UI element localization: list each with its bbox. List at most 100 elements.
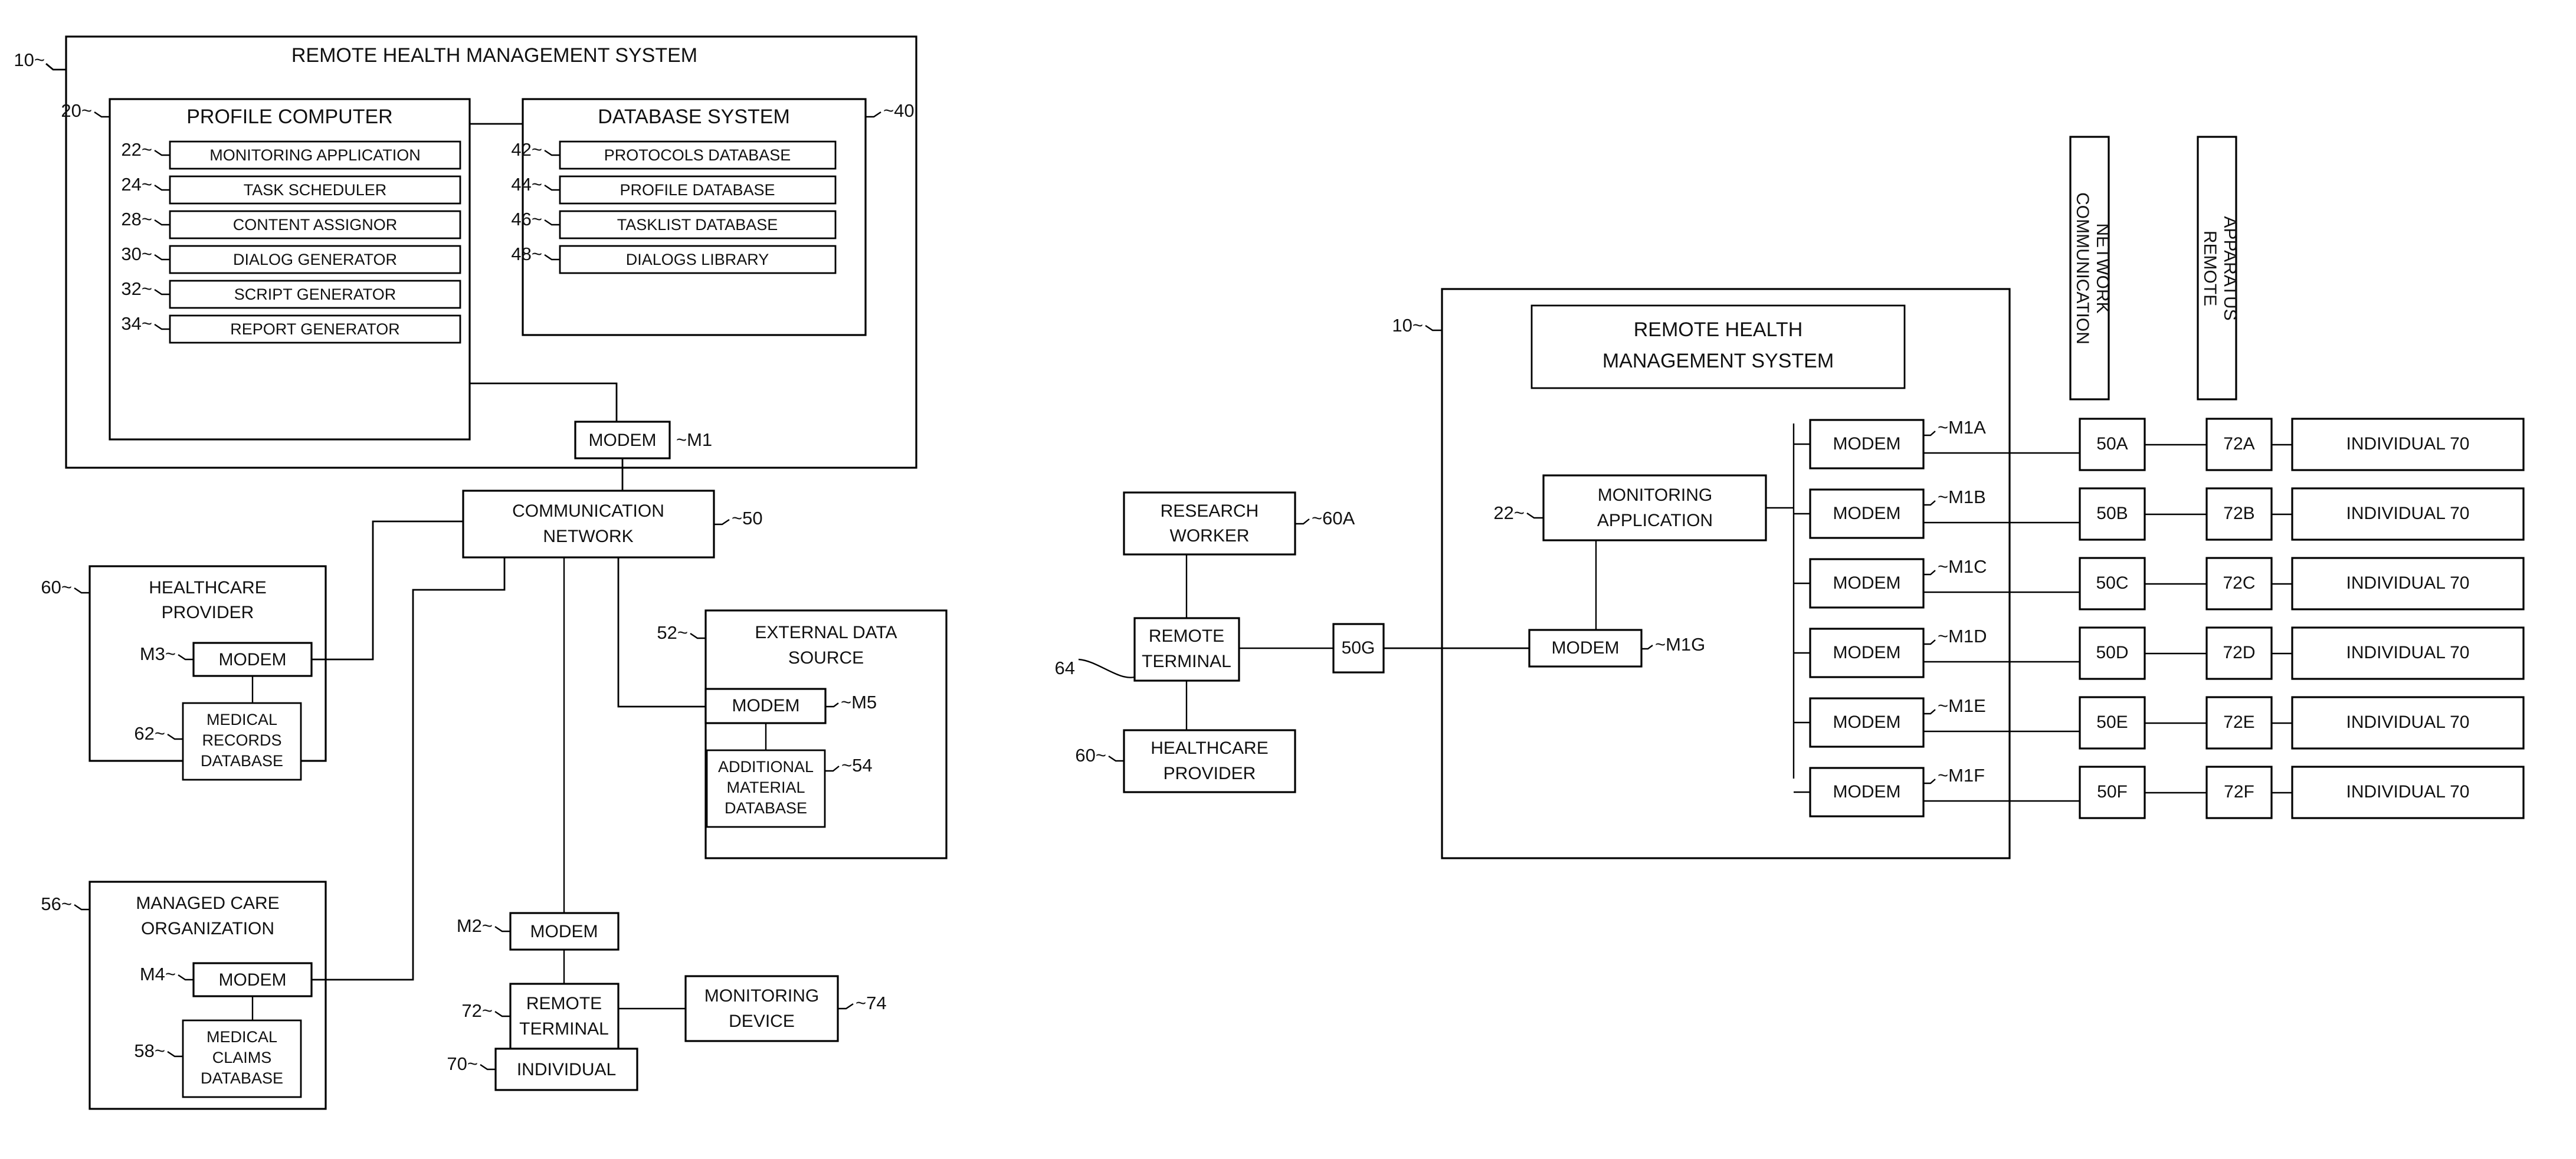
fig1-individual-ref: 70~ — [447, 1053, 478, 1074]
fig1-healthcare-provider-line1: HEALTHCARE — [149, 578, 266, 597]
fig1-pc-item-ref-22: 22~ — [121, 139, 152, 160]
fig1-modem-m2-ref: M2~ — [457, 915, 493, 936]
fig1-individual-label: INDIVIDUAL — [517, 1060, 616, 1079]
fig1-pc-item-label-28: CONTENT ASSIGNOR — [233, 216, 398, 234]
fig1-db-item-label-48: DIALOGS LIBRARY — [626, 251, 769, 268]
fig1-mco-modem-label: MODEM — [219, 970, 287, 990]
fig2-remote-terminal-ref-leader — [1078, 658, 1135, 678]
fig2-healthcare-provider-ref-leader — [1108, 756, 1124, 762]
fig1-healthcare-provider-ref: 60~ — [41, 577, 72, 597]
fig1-modem-m2-ref-leader — [494, 926, 510, 933]
fig1-external-data-source-line2: SOURCE — [788, 648, 864, 668]
fig2-network-label-e: 50E — [2096, 713, 2128, 732]
fig1-monitoring-device-ref-leader — [838, 1003, 854, 1010]
fig1-eds-database-ref: ~54 — [841, 755, 873, 776]
fig1-external-data-source-line1: EXTERNAL DATA — [755, 623, 897, 642]
fig2-terminal-label-d: 72D — [2223, 643, 2255, 662]
fig2-individual-label-f: INDIVIDUAL 70 — [2346, 782, 2470, 802]
fig1-monitoring-device-ref: ~74 — [856, 993, 887, 1013]
fig2-modem-label-f: MODEM — [1833, 782, 1901, 802]
fig1-communication-network-ref: ~50 — [732, 508, 763, 528]
fig2-monitoring-application-ref: 22~ — [1493, 503, 1525, 523]
fig1-hp-database-line2: RECORDS — [202, 731, 281, 749]
fig1-pc-item-ref-28: 28~ — [121, 209, 152, 229]
fig1-db-item-ref-44: 44~ — [511, 174, 542, 195]
fig1-eds-database-line3: DATABASE — [725, 799, 807, 817]
fig1-communication-network-line2: NETWORK — [543, 527, 633, 546]
fig2-individual-label-a: INDIVIDUAL 70 — [2346, 434, 2470, 454]
fig2-terminal-label-b: 72B — [2223, 504, 2254, 523]
fig2-terminal-label-c: 72C — [2223, 573, 2255, 593]
fig2-modem-ref-b: ~M1B — [1938, 487, 1986, 507]
fig1-managed-care-ref: 56~ — [41, 894, 72, 914]
fig1-pc-item-ref-30: 30~ — [121, 244, 152, 264]
fig1-hp-database-ref: 62~ — [134, 723, 165, 744]
fig1-mco-modem-ref: M4~ — [140, 964, 176, 984]
fig1-hp-database-line1: MEDICAL — [207, 711, 277, 728]
fig1-modem-m2-label: MODEM — [530, 922, 598, 941]
fig2-research-worker-ref: ~60A — [1312, 508, 1355, 528]
fig2-healthcare-provider-line2: PROVIDER — [1164, 764, 1256, 783]
fig2-modem-ref-e: ~M1E — [1938, 695, 1986, 716]
fig1-profile-computer-title: PROFILE COMPUTER — [186, 106, 392, 128]
fig1-db-item-ref-48: 48~ — [511, 244, 542, 264]
fig1-db-item-label-46: TASKLIST DATABASE — [617, 216, 778, 234]
fig2-system-title-line2: MANAGEMENT SYSTEM — [1602, 350, 1834, 372]
fig1-eds-database-line1: ADDITIONAL — [718, 758, 814, 776]
fig1-external-data-source-ref-leader — [690, 633, 706, 639]
fig1-pc-item-ref-24: 24~ — [121, 174, 152, 195]
fig1-eds-modem-label: MODEM — [732, 696, 800, 715]
fig2-modem-label-b: MODEM — [1833, 504, 1901, 523]
fig2-remote-terminal-line2: TERMINAL — [1142, 652, 1231, 671]
fig1-healthcare-provider-ref-leader — [74, 587, 90, 594]
fig1-db-item-ref-46: 46~ — [511, 209, 542, 229]
fig1-modem-m1-label: MODEM — [589, 431, 657, 450]
patent-drawing-sheet: 10~ REMOTE HEALTH MANAGEMENT SYSTEM 20~ … — [0, 0, 2576, 1159]
fig1-mco-database-line1: MEDICAL — [207, 1028, 277, 1046]
fig2-system-title-line1: REMOTE HEALTH — [1634, 319, 1803, 341]
fig2-network-label-d: 50D — [2096, 643, 2128, 662]
fig1-eds-database-line2: MATERIAL — [726, 779, 805, 796]
fig1-healthcare-provider-line2: PROVIDER — [162, 603, 254, 622]
fig2-modem-label-d: MODEM — [1833, 643, 1901, 662]
fig1-pc-item-ref-34: 34~ — [121, 313, 152, 334]
block-diagram-svg: 10~ REMOTE HEALTH MANAGEMENT SYSTEM 20~ … — [14, 35, 2525, 1110]
fig2-system-ref: 10~ — [1392, 315, 1423, 336]
fig2-research-worker-line1: RESEARCH — [1161, 501, 1259, 521]
fig2-network-label-f: 50F — [2097, 782, 2128, 802]
fig1-db-item-ref-42: 42~ — [511, 139, 542, 160]
fig2-monitoring-application-line2: APPLICATION — [1597, 511, 1713, 530]
fig2-individual-label-b: INDIVIDUAL 70 — [2346, 504, 2470, 523]
fig2-individual-label-e: INDIVIDUAL 70 — [2346, 713, 2470, 732]
fig1-database-system-title: DATABASE SYSTEM — [598, 106, 790, 128]
fig1-pc-item-label-34: REPORT GENERATOR — [230, 320, 400, 338]
fig1-external-data-source-ref: 52~ — [657, 622, 688, 643]
fig1-mco-database-ref: 58~ — [134, 1040, 165, 1061]
fig2-network-label-c: 50C — [2096, 573, 2128, 593]
fig1-mco-database-line3: DATABASE — [201, 1069, 283, 1087]
fig1-remote-terminal-line1: REMOTE — [526, 994, 602, 1013]
fig1-remote-terminal-ref-leader — [494, 1011, 510, 1017]
fig2-header-communication-network-line1: COMMUNICATION — [2073, 192, 2092, 344]
fig2-modem-label-a: MODEM — [1833, 434, 1901, 454]
fig2-modem-label-c: MODEM — [1833, 573, 1901, 593]
fig2-modem-ref-f: ~M1F — [1938, 765, 1985, 786]
fig2-remote-terminal-ref: 64 — [1055, 658, 1075, 678]
fig1-system-title: REMOTE HEALTH MANAGEMENT SYSTEM — [291, 44, 697, 67]
fig1-managed-care-line1: MANAGED CARE — [136, 894, 279, 913]
fig2-individual-label-d: INDIVIDUAL 70 — [2346, 643, 2470, 662]
fig2-research-worker-ref-leader — [1295, 518, 1310, 525]
fig1-profile-computer-ref: 20~ — [61, 100, 92, 121]
fig1-database-system-ref: ~40 — [883, 100, 915, 121]
fig1-mco-database-line2: CLAIMS — [212, 1049, 272, 1066]
fig2-healthcare-provider-ref: 60~ — [1075, 745, 1106, 766]
fig2-modem-ref-a: ~M1A — [1938, 417, 1986, 438]
fig1-managed-care-line2: ORGANIZATION — [141, 919, 274, 938]
fig1-pc-item-label-22: MONITORING APPLICATION — [209, 146, 421, 164]
fig2-modem-ref-d: ~M1D — [1938, 626, 1987, 646]
fig1-individual-ref-leader — [480, 1064, 496, 1071]
fig1-db-item-label-44: PROFILE DATABASE — [620, 181, 775, 199]
fig2-modem-m1g-label: MODEM — [1552, 638, 1620, 658]
fig2-header-remote-apparatus-text1: REMOTE — [2200, 231, 2220, 306]
fig2-modem-ref-c: ~M1C — [1938, 556, 1987, 577]
